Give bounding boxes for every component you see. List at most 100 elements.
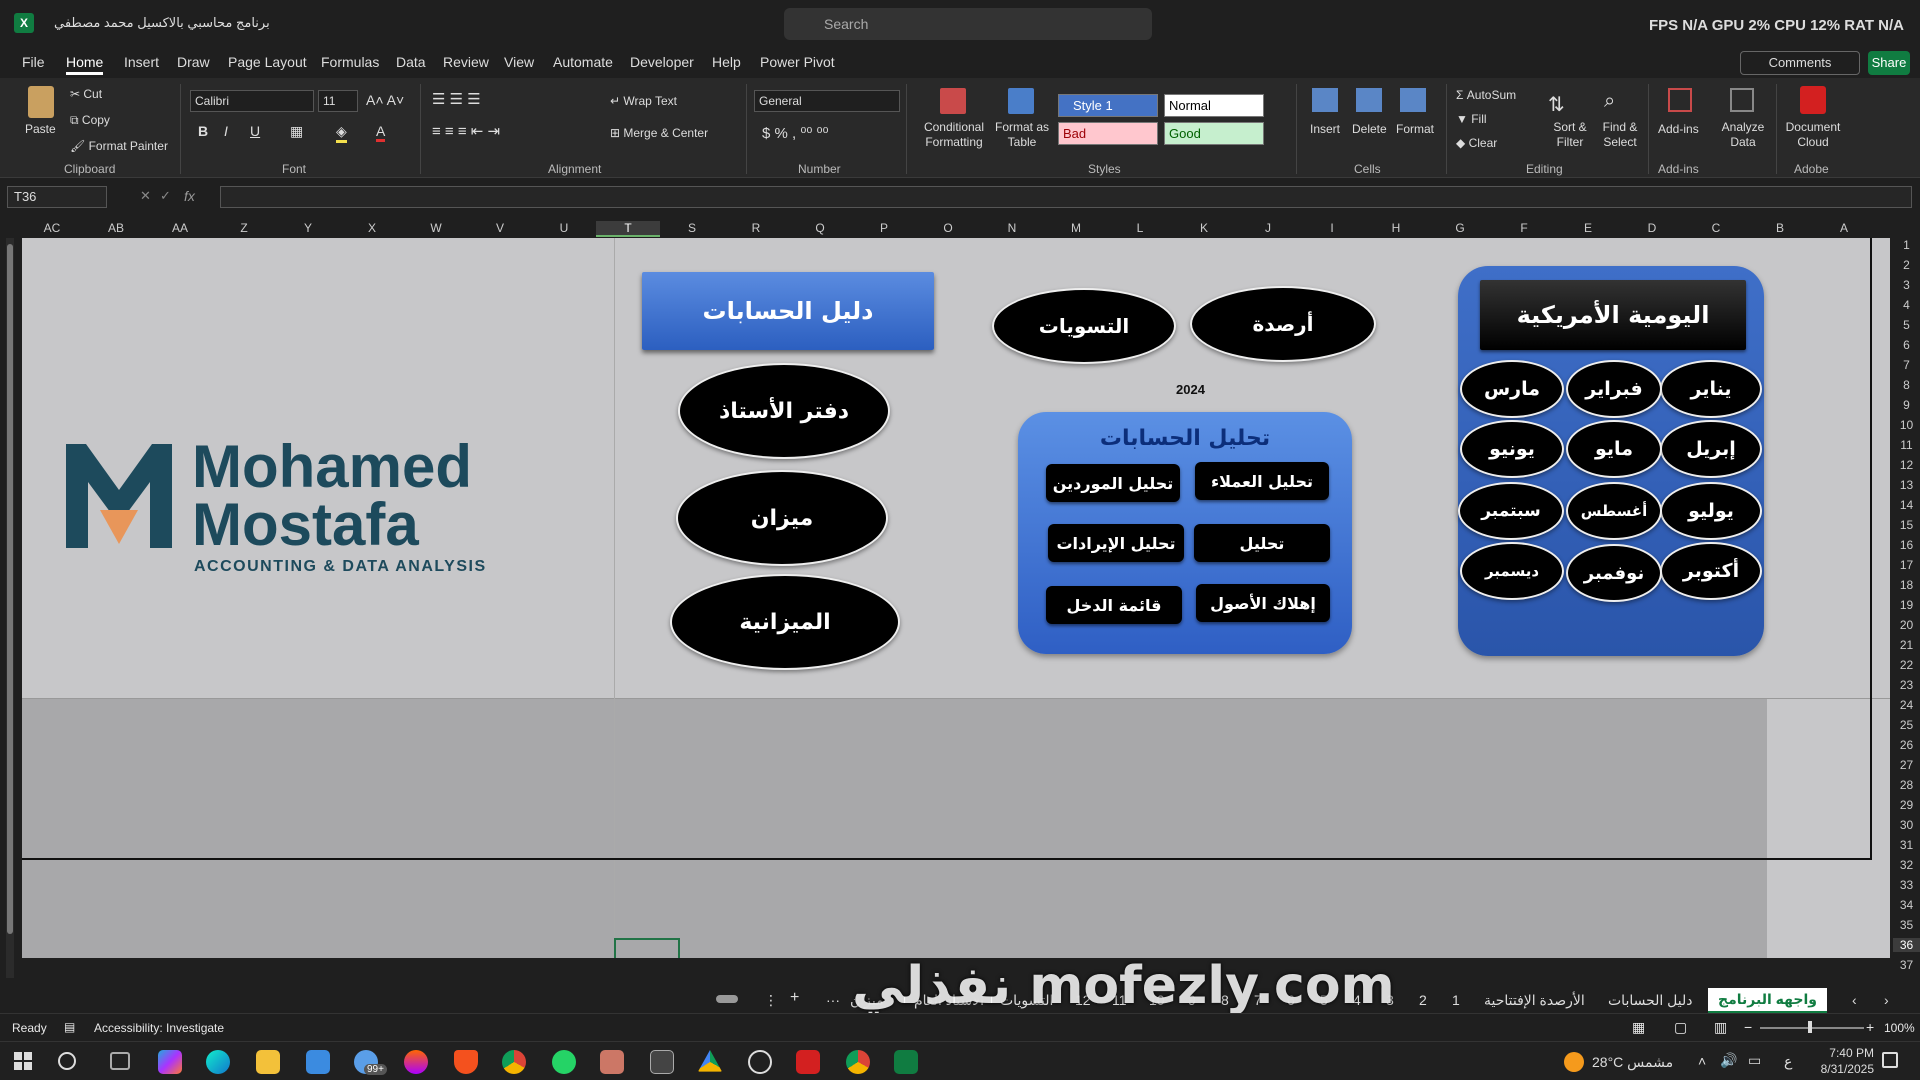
- font-name-select[interactable]: Calibri: [190, 90, 314, 112]
- row-header[interactable]: 20: [1893, 618, 1920, 632]
- grow-font-icon[interactable]: A˄ A˅: [366, 92, 404, 108]
- journal-title[interactable]: اليومية الأمريكية: [1480, 280, 1746, 350]
- row-header[interactable]: 35: [1893, 918, 1920, 932]
- menu-automate[interactable]: Automate: [553, 54, 613, 70]
- tray-chevron-icon[interactable]: ˄: [1698, 1053, 1706, 1069]
- number-format-select[interactable]: General: [754, 90, 900, 112]
- row-header[interactable]: 18: [1893, 578, 1920, 592]
- column-header[interactable]: D: [1620, 221, 1684, 235]
- row-header[interactable]: 10: [1893, 418, 1920, 432]
- cut-button[interactable]: ✂ Cut: [70, 87, 102, 101]
- windows-start-icon[interactable]: [14, 1052, 32, 1070]
- copilot-icon[interactable]: [158, 1050, 182, 1074]
- network-icon[interactable]: ▭: [1748, 1052, 1761, 1069]
- month-september[interactable]: سبتمبر: [1458, 482, 1564, 540]
- row-header[interactable]: 29: [1893, 798, 1920, 812]
- chrome-icon[interactable]: [502, 1050, 526, 1074]
- budget-button[interactable]: الميزانية: [670, 574, 900, 670]
- clear-button[interactable]: ◆ Clear: [1456, 136, 1497, 150]
- revenue-analysis-button[interactable]: تحليل الإيرادات: [1048, 524, 1184, 562]
- month-april[interactable]: إبريل: [1660, 420, 1762, 478]
- app-icon[interactable]: [600, 1050, 624, 1074]
- format-painter-button[interactable]: 🖌 Format Painter: [70, 139, 168, 153]
- sheet-tab-opening-balances[interactable]: الأرصدة الإفتتاحية: [1484, 992, 1585, 1009]
- align-top-icon[interactable]: ☰ ☰ ☰: [432, 90, 481, 108]
- row-header[interactable]: 34: [1893, 898, 1920, 912]
- column-header[interactable]: S: [660, 221, 724, 235]
- normal-view-icon[interactable]: ▦: [1632, 1019, 1645, 1036]
- menu-home[interactable]: Home: [66, 54, 104, 75]
- zoom-out-icon[interactable]: −: [1744, 1019, 1752, 1035]
- name-box[interactable]: T36: [7, 186, 107, 208]
- zoom-level[interactable]: 100%: [1884, 1021, 1915, 1035]
- style-good-cell[interactable]: Good: [1164, 122, 1264, 145]
- supplier-analysis-button[interactable]: تحليل الموردين: [1046, 464, 1180, 502]
- column-header[interactable]: Q: [788, 221, 852, 235]
- column-header[interactable]: M: [1044, 221, 1108, 235]
- menu-page-layout[interactable]: Page Layout: [228, 54, 307, 70]
- row-header[interactable]: 12: [1893, 458, 1920, 472]
- row-header[interactable]: 19: [1893, 598, 1920, 612]
- month-december[interactable]: ديسمبر: [1460, 542, 1564, 600]
- fill-color-icon[interactable]: ◈: [336, 123, 347, 143]
- function-icon[interactable]: fx: [184, 188, 195, 204]
- addins-button[interactable]: Add-ins: [1658, 122, 1699, 136]
- row-header[interactable]: 14: [1893, 498, 1920, 512]
- row-header[interactable]: 7: [1893, 358, 1920, 372]
- edge-icon[interactable]: [206, 1050, 230, 1074]
- italic-button[interactable]: I: [224, 123, 228, 139]
- column-header[interactable]: Y: [276, 221, 340, 235]
- align-left-icon[interactable]: ≡ ≡ ≡ ⇤ ⇥: [432, 122, 500, 140]
- google-drive-icon[interactable]: [698, 1050, 722, 1072]
- clock-time[interactable]: 7:40 PM: [1822, 1046, 1874, 1060]
- acrobat-icon[interactable]: [796, 1050, 820, 1074]
- zoom-slider[interactable]: [1760, 1027, 1864, 1029]
- column-header[interactable]: AA: [148, 221, 212, 235]
- row-header[interactable]: 33: [1893, 878, 1920, 892]
- zoom-in-icon[interactable]: +: [1866, 1019, 1874, 1035]
- balances-button[interactable]: أرصدة: [1190, 286, 1376, 362]
- column-header[interactable]: R: [724, 221, 788, 235]
- chrome-profile-icon[interactable]: [846, 1050, 870, 1074]
- row-header[interactable]: 22: [1893, 658, 1920, 672]
- column-header[interactable]: J: [1236, 221, 1300, 235]
- row-header[interactable]: 32: [1893, 858, 1920, 872]
- delete-button[interactable]: Delete: [1352, 122, 1387, 136]
- month-july[interactable]: يوليو: [1660, 482, 1762, 540]
- analysis-button[interactable]: تحليل: [1194, 524, 1330, 562]
- underline-button[interactable]: U: [250, 123, 260, 139]
- share-button[interactable]: Share: [1868, 51, 1910, 75]
- row-header[interactable]: 23: [1893, 678, 1920, 692]
- notifications-icon[interactable]: [1882, 1052, 1898, 1068]
- month-august[interactable]: أغسطس: [1566, 482, 1662, 540]
- row-header[interactable]: 27: [1893, 758, 1920, 772]
- font-size-select[interactable]: 11: [318, 90, 358, 112]
- row-header[interactable]: 30: [1893, 818, 1920, 832]
- tab-scroll-thumb[interactable]: [716, 995, 738, 1003]
- row-header[interactable]: 17: [1893, 558, 1920, 572]
- column-header[interactable]: X: [340, 221, 404, 235]
- chart-of-accounts-button[interactable]: دليل الحسابات: [642, 272, 934, 350]
- column-header[interactable]: P: [852, 221, 916, 235]
- menu-file[interactable]: File: [22, 54, 45, 70]
- row-header[interactable]: 21: [1893, 638, 1920, 652]
- row-header[interactable]: 3: [1893, 278, 1920, 292]
- selected-cell-T36[interactable]: [614, 938, 680, 958]
- row-header[interactable]: 37: [1893, 958, 1920, 972]
- paste-button[interactable]: Paste: [25, 122, 56, 136]
- column-header[interactable]: AC: [20, 221, 84, 235]
- month-february[interactable]: فبراير: [1566, 360, 1662, 418]
- clock-date[interactable]: 8/31/2025: [1814, 1062, 1874, 1076]
- sheet-tab-1[interactable]: 1: [1452, 992, 1460, 1008]
- row-header[interactable]: 5: [1893, 318, 1920, 332]
- cancel-icon[interactable]: ✕: [140, 188, 151, 204]
- insert-button[interactable]: Insert: [1310, 122, 1340, 136]
- month-october[interactable]: أكتوبر: [1660, 542, 1762, 600]
- formula-input[interactable]: [220, 186, 1912, 208]
- sheet-tab-2[interactable]: 2: [1419, 992, 1427, 1008]
- column-header[interactable]: N: [980, 221, 1044, 235]
- macro-icon[interactable]: ▤: [64, 1020, 75, 1034]
- conditional-formatting-button[interactable]: Conditional Formatting: [922, 120, 986, 150]
- currency-icon[interactable]: $ % , ⁰⁰ ⁰⁰: [762, 124, 829, 142]
- style-normal-cell[interactable]: Normal: [1164, 94, 1264, 117]
